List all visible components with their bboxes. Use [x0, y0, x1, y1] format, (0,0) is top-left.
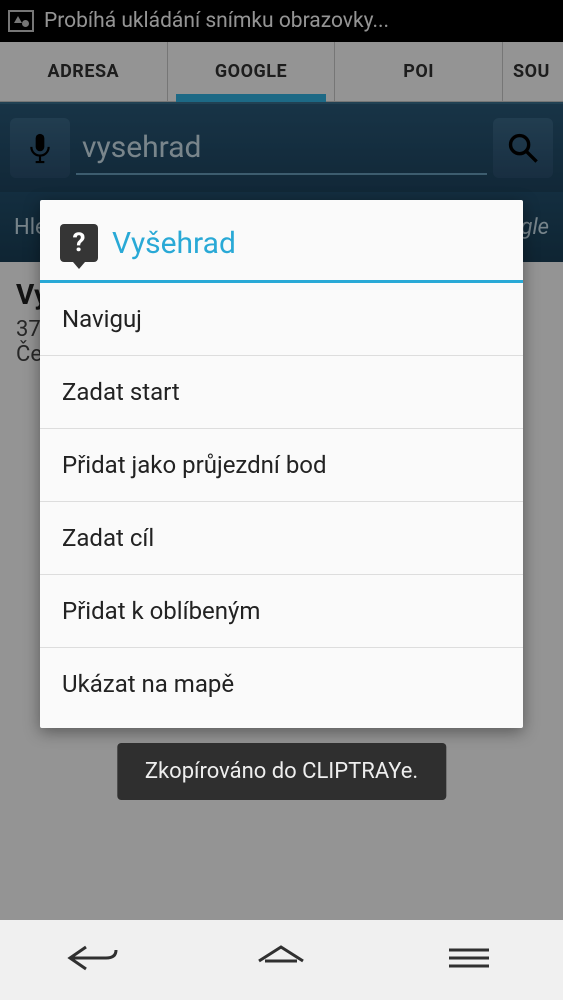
- back-icon: [64, 941, 124, 975]
- toast: Zkopírováno do CLIPTRAYe.: [117, 743, 446, 800]
- dialog-item-label: Přidat k oblíbeným: [62, 597, 260, 625]
- toast-text: Zkopírováno do CLIPTRAYe.: [145, 759, 418, 784]
- dialog-header: ? Vyšehrad: [40, 200, 523, 280]
- context-dialog: ? Vyšehrad Naviguj Zadat start Přidat ja…: [40, 200, 523, 728]
- home-button[interactable]: [251, 941, 311, 979]
- dialog-item-add-waypoint[interactable]: Přidat jako průjezdní bod: [40, 429, 523, 502]
- dialog-item-navigate[interactable]: Naviguj: [40, 283, 523, 356]
- dialog-item-set-start[interactable]: Zadat start: [40, 356, 523, 429]
- menu-button[interactable]: [439, 941, 499, 979]
- dialog-item-label: Zadat start: [62, 378, 180, 406]
- dialog-item-label: Naviguj: [62, 305, 142, 333]
- question-icon: ?: [60, 224, 98, 262]
- dialog-item-set-destination[interactable]: Zadat cíl: [40, 502, 523, 575]
- back-button[interactable]: [64, 941, 124, 979]
- dialog-item-label: Přidat jako průjezdní bod: [62, 451, 327, 479]
- system-navbar: [0, 920, 563, 1000]
- menu-icon: [439, 941, 499, 975]
- dialog-title: Vyšehrad: [112, 226, 236, 261]
- dialog-item-add-favorite[interactable]: Přidat k oblíbeným: [40, 575, 523, 648]
- dialog-item-label: Zadat cíl: [62, 524, 154, 552]
- home-icon: [251, 941, 311, 975]
- dialog-item-label: Ukázat na mapě: [62, 670, 234, 698]
- dialog-item-show-on-map[interactable]: Ukázat na mapě: [40, 648, 523, 728]
